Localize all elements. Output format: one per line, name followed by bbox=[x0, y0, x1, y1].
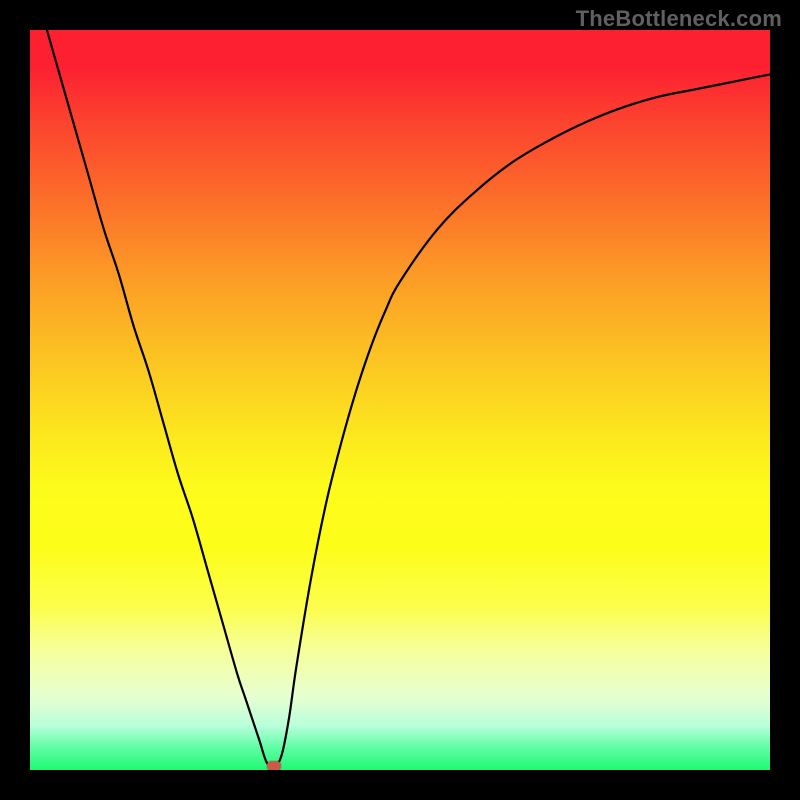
bottleneck-curve bbox=[30, 30, 770, 770]
optimum-marker bbox=[267, 761, 281, 770]
watermark-text: TheBottleneck.com bbox=[576, 6, 782, 32]
chart-frame: TheBottleneck.com bbox=[0, 0, 800, 800]
plot-area bbox=[30, 30, 770, 770]
